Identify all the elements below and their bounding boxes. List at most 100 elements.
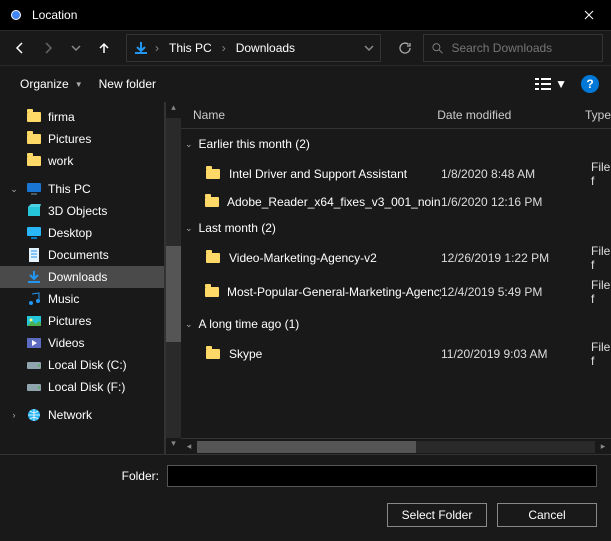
tree-item-local-disk-f-[interactable]: Local Disk (F:) (0, 376, 164, 398)
tree-item-downloads[interactable]: Downloads (0, 266, 164, 288)
crumb-thispc[interactable]: This PC (165, 41, 216, 55)
tree-label: Local Disk (C:) (48, 358, 127, 372)
view-button[interactable]: ▼ (531, 73, 571, 95)
column-headers: Name Date modified Type (181, 102, 611, 129)
tree-item-videos[interactable]: Videos (0, 332, 164, 354)
item-icon (26, 335, 42, 351)
group-header[interactable]: ⌄A long time ago (1) (181, 309, 611, 337)
tree-item-local-disk-c-[interactable]: Local Disk (C:) (0, 354, 164, 376)
group-header[interactable]: ⌄Earlier this month (2) (181, 129, 611, 157)
folder-icon (205, 250, 221, 266)
group-title: A long time ago (1) (199, 317, 300, 331)
tree-item-desktop[interactable]: Desktop (0, 222, 164, 244)
up-button[interactable] (92, 36, 116, 60)
crumb-downloads[interactable]: Downloads (232, 41, 299, 55)
col-name[interactable]: Name (181, 108, 437, 122)
tree-label: 3D Objects (48, 204, 107, 218)
body: firma Pictures work ⌄ This PC 3D Objects Deskt… (0, 102, 611, 454)
refresh-icon (398, 41, 412, 55)
newfolder-label: New folder (99, 77, 156, 91)
tree-label: Downloads (48, 270, 107, 284)
expand-icon[interactable]: › (8, 410, 20, 420)
file-list: Name Date modified Type ⌄Earlier this mo… (181, 102, 611, 454)
window-title: Location (32, 8, 566, 22)
group-header[interactable]: ⌄Last month (2) (181, 213, 611, 241)
tree-item-thispc[interactable]: ⌄ This PC (0, 178, 164, 200)
scroll-left-icon[interactable]: ◂ (181, 441, 197, 452)
footer: Folder: Select Folder Cancel (0, 454, 611, 541)
collapse-icon[interactable]: ⌄ (8, 184, 20, 195)
search-input[interactable] (451, 41, 594, 55)
list-hscroll[interactable]: ◂ ▸ (181, 438, 611, 454)
chevron-down-icon: ⌄ (185, 223, 193, 234)
list-item[interactable]: Most-Popular-General-Marketing-Agency 12… (181, 275, 611, 309)
item-date: 12/4/2019 5:49 PM (441, 285, 591, 299)
search-icon (432, 42, 443, 55)
item-icon (26, 313, 42, 329)
col-date[interactable]: Date modified (437, 108, 585, 122)
tree-label: Videos (48, 336, 84, 350)
navbar: › This PC › Downloads (0, 30, 611, 66)
address-bar[interactable]: › This PC › Downloads (126, 34, 381, 62)
chrome-icon (8, 7, 24, 23)
tree-item-music[interactable]: Music (0, 288, 164, 310)
item-type: File f (591, 278, 611, 306)
scroll-down-icon[interactable]: ▾ (166, 438, 181, 454)
tree-label: Pictures (48, 132, 91, 146)
crumb-sep-icon: › (155, 41, 159, 55)
item-date: 1/8/2020 8:48 AM (441, 167, 591, 181)
details-view-icon (535, 77, 551, 91)
tree-label: Music (48, 292, 79, 306)
item-icon (26, 357, 42, 373)
address-dropdown[interactable] (364, 45, 374, 51)
newfolder-button[interactable]: New folder (91, 73, 164, 95)
refresh-button[interactable] (391, 41, 419, 55)
back-button[interactable] (8, 36, 32, 60)
select-folder-button[interactable]: Select Folder (387, 503, 487, 527)
tree-item-3d-objects[interactable]: 3D Objects (0, 200, 164, 222)
folder-input[interactable] (167, 465, 597, 487)
tree-item-firma[interactable]: firma (0, 106, 164, 128)
tree-label: This PC (48, 182, 91, 196)
tree-vscroll[interactable]: ▴ ▾ (165, 102, 181, 454)
tree-item-pictures[interactable]: Pictures (0, 310, 164, 332)
list-item[interactable]: Intel Driver and Support Assistant 1/8/2… (181, 157, 611, 191)
tree-item-work[interactable]: work (0, 150, 164, 172)
item-icon (26, 203, 42, 219)
item-type: File f (591, 340, 611, 368)
organize-button[interactable]: Organize▼ (12, 73, 91, 95)
scroll-track[interactable] (197, 441, 595, 453)
caret-down-icon: ▼ (75, 80, 83, 89)
item-name: Video-Marketing-Agency-v2 (229, 251, 377, 265)
recent-button[interactable] (64, 36, 88, 60)
list-item[interactable]: Adobe_Reader_x64_fixes_v3_001_noinstall … (181, 191, 611, 213)
tree-label: Desktop (48, 226, 92, 240)
help-icon: ? (586, 77, 593, 91)
search-box[interactable] (423, 34, 603, 62)
tree-item-pictures[interactable]: Pictures (0, 128, 164, 150)
folder-icon (205, 166, 221, 182)
item-name: Skype (229, 347, 262, 361)
close-icon (584, 10, 594, 20)
cancel-button[interactable]: Cancel (497, 503, 597, 527)
scroll-right-icon[interactable]: ▸ (595, 441, 611, 452)
list-item[interactable]: Video-Marketing-Agency-v2 12/26/2019 1:2… (181, 241, 611, 275)
col-type[interactable]: Type (585, 108, 611, 122)
item-icon (26, 269, 42, 285)
item-date: 11/20/2019 9:03 AM (441, 347, 591, 361)
scroll-up-icon[interactable]: ▴ (166, 102, 181, 118)
scroll-track[interactable] (166, 118, 181, 438)
item-name: Intel Driver and Support Assistant (229, 167, 407, 181)
tree-label: Pictures (48, 314, 91, 328)
tree-item-documents[interactable]: Documents (0, 244, 164, 266)
item-date: 1/6/2020 12:16 PM (441, 195, 591, 209)
scroll-thumb[interactable] (166, 246, 181, 342)
scroll-thumb[interactable] (197, 441, 416, 453)
crumb-sep-icon: › (222, 41, 226, 55)
help-button[interactable]: ? (581, 75, 599, 93)
list-item[interactable]: Skype 11/20/2019 9:03 AM File f (181, 337, 611, 371)
forward-button[interactable] (36, 36, 60, 60)
arrow-left-icon (13, 41, 27, 55)
close-button[interactable] (566, 0, 611, 30)
tree-item-network[interactable]: ›Network (0, 404, 164, 426)
